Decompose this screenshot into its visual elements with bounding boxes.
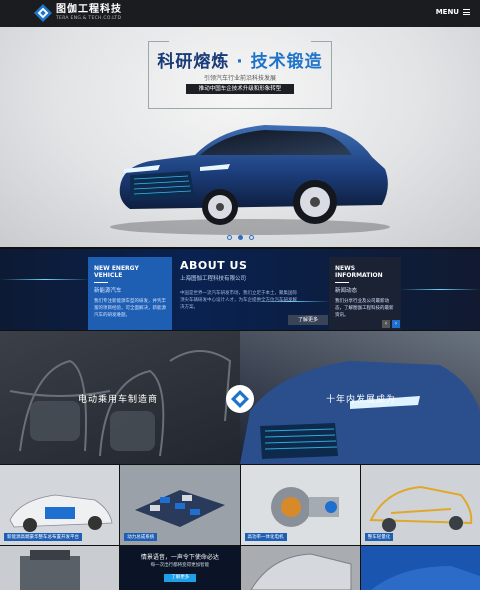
card-subtitle: 新能源汽车 (94, 288, 122, 294)
product-card[interactable]: 新能源高端豪华整车总布置开发平台 (0, 465, 120, 545)
product-card[interactable]: 整车轻量化 (360, 465, 480, 545)
product-label: 整车轻量化 (364, 533, 394, 541)
card-divider (94, 282, 108, 283)
product-row-2: 情景语音，一声令下使命必达 每一次出行都将变得更加智能 了解更多 (0, 546, 480, 590)
light-streak (0, 279, 90, 280)
about-us-block: ABOUT US 上海图伽工程科技有限公司 中国是世界一流汽车研发市场，我们立足… (180, 259, 328, 329)
logo-text[interactable]: 图伽工程科技 TERA ENG.& TECH.CO.LTD (56, 4, 122, 22)
news-strip: NEW ENERGY VEHICLE 新能源汽车 我们专注新能源车型的研发，并凭… (0, 249, 480, 330)
learn-more-button[interactable]: 了解更多 (288, 315, 328, 325)
hero-car-image (110, 125, 390, 235)
product-card[interactable]: 动力总成系统 (120, 465, 240, 545)
card-body: 我们分享行业及公司最新动态，了解图伽工程科技的最新资讯。 (335, 299, 394, 318)
new-energy-card[interactable]: NEW ENERGY VEHICLE 新能源汽车 我们专注新能源车型的研发，并凭… (88, 257, 172, 330)
hamburger-icon (463, 9, 470, 15)
about-body: 中国是世界一流汽车研发市场，我们立足于本土，聚集国际顶尖车辆研发中心设计人才，为… (180, 291, 297, 310)
hero-title-separator: · (229, 52, 251, 72)
right-banner-text: 十年内发展成为 (326, 395, 397, 405)
car-front-image[interactable]: 十年内发展成为 (240, 331, 480, 464)
card-divider (335, 282, 349, 283)
logo-icon[interactable] (34, 4, 52, 22)
product-card-engine[interactable] (0, 546, 120, 590)
promo-line-2: 每一次出行都将变得更加智能 (150, 563, 210, 568)
card-subtitle: 新闻动态 (335, 288, 358, 294)
hero-title-part1: 科研熔炼 (157, 52, 230, 72)
logo-english-name: TERA ENG.& TECH.CO.LTD (56, 16, 122, 21)
slider-dots (0, 235, 480, 240)
hero-title-part2: 技术锻造 (250, 52, 323, 72)
site-header: 图伽工程科技 TERA ENG.& TECH.CO.LTD MENU (0, 0, 480, 27)
promo-button[interactable]: 了解更多 (164, 574, 197, 582)
prev-arrow-icon[interactable]: ‹ (382, 320, 390, 328)
menu-button[interactable]: MENU (436, 8, 470, 16)
strip-arrows: ‹ › (382, 320, 400, 328)
brand-badge-icon (226, 385, 254, 413)
hero-title: 科研熔炼 · 技术锻造 (0, 47, 480, 72)
car-silhouette-illustration (370, 566, 480, 590)
product-card[interactable]: 高功率一体化电机 (240, 465, 360, 545)
hero-tagline: 推动中国车企技术升级和形象转型 (186, 84, 294, 94)
slider-dot[interactable] (226, 235, 232, 240)
promo-line-1: 情景语音，一声令下使命必达 (140, 554, 219, 561)
slider-dot[interactable] (248, 235, 254, 240)
card-title: NEW ENERGY VEHICLE (94, 265, 139, 279)
card-body: 我们专注新能源车型的研发，并凭丰富的项目经验，可全面解决，新能源汽车的研发难题。 (94, 299, 166, 318)
interior-image[interactable]: 电动乘用车制造商 (0, 331, 240, 464)
about-title: ABOUT US (180, 259, 248, 272)
product-label: 高功率一体化电机 (244, 533, 287, 541)
product-grid: 新能源高端豪华整车总布置开发平台 动力总成系统 高功率一体化电机 整车轻量化 (0, 465, 480, 545)
light-streak (400, 289, 480, 290)
product-label: 动力总成系统 (124, 533, 158, 541)
hero-subtitle: 引领汽车行业前沿科技发展 (203, 75, 276, 82)
product-label: 新能源高端豪华整车总布置开发平台 (4, 533, 82, 541)
card-title: NEWS INFORMATION (335, 265, 383, 279)
dual-banner: 电动乘用车制造商 十年内发展成为 (0, 331, 480, 464)
engine-illustration (20, 550, 80, 590)
car-body-illustration (249, 553, 351, 590)
slider-dot-active[interactable] (237, 235, 243, 240)
left-banner-text: 电动乘用车制造商 (78, 395, 159, 405)
about-subtitle: 上海图伽工程科技有限公司 (180, 276, 247, 282)
menu-label: MENU (435, 8, 459, 16)
product-card-blue[interactable] (360, 546, 480, 590)
next-arrow-icon[interactable]: › (392, 320, 400, 328)
hero-slider: 科研熔炼 · 技术锻造 引领汽车行业前沿科技发展 推动中国车企技术升级和形象转型 (0, 27, 480, 247)
promo-card[interactable]: 情景语音，一声令下使命必达 每一次出行都将变得更加智能 了解更多 (120, 546, 240, 590)
product-card-body[interactable] (240, 546, 360, 590)
logo-name: 图伽工程科技 (56, 4, 122, 15)
